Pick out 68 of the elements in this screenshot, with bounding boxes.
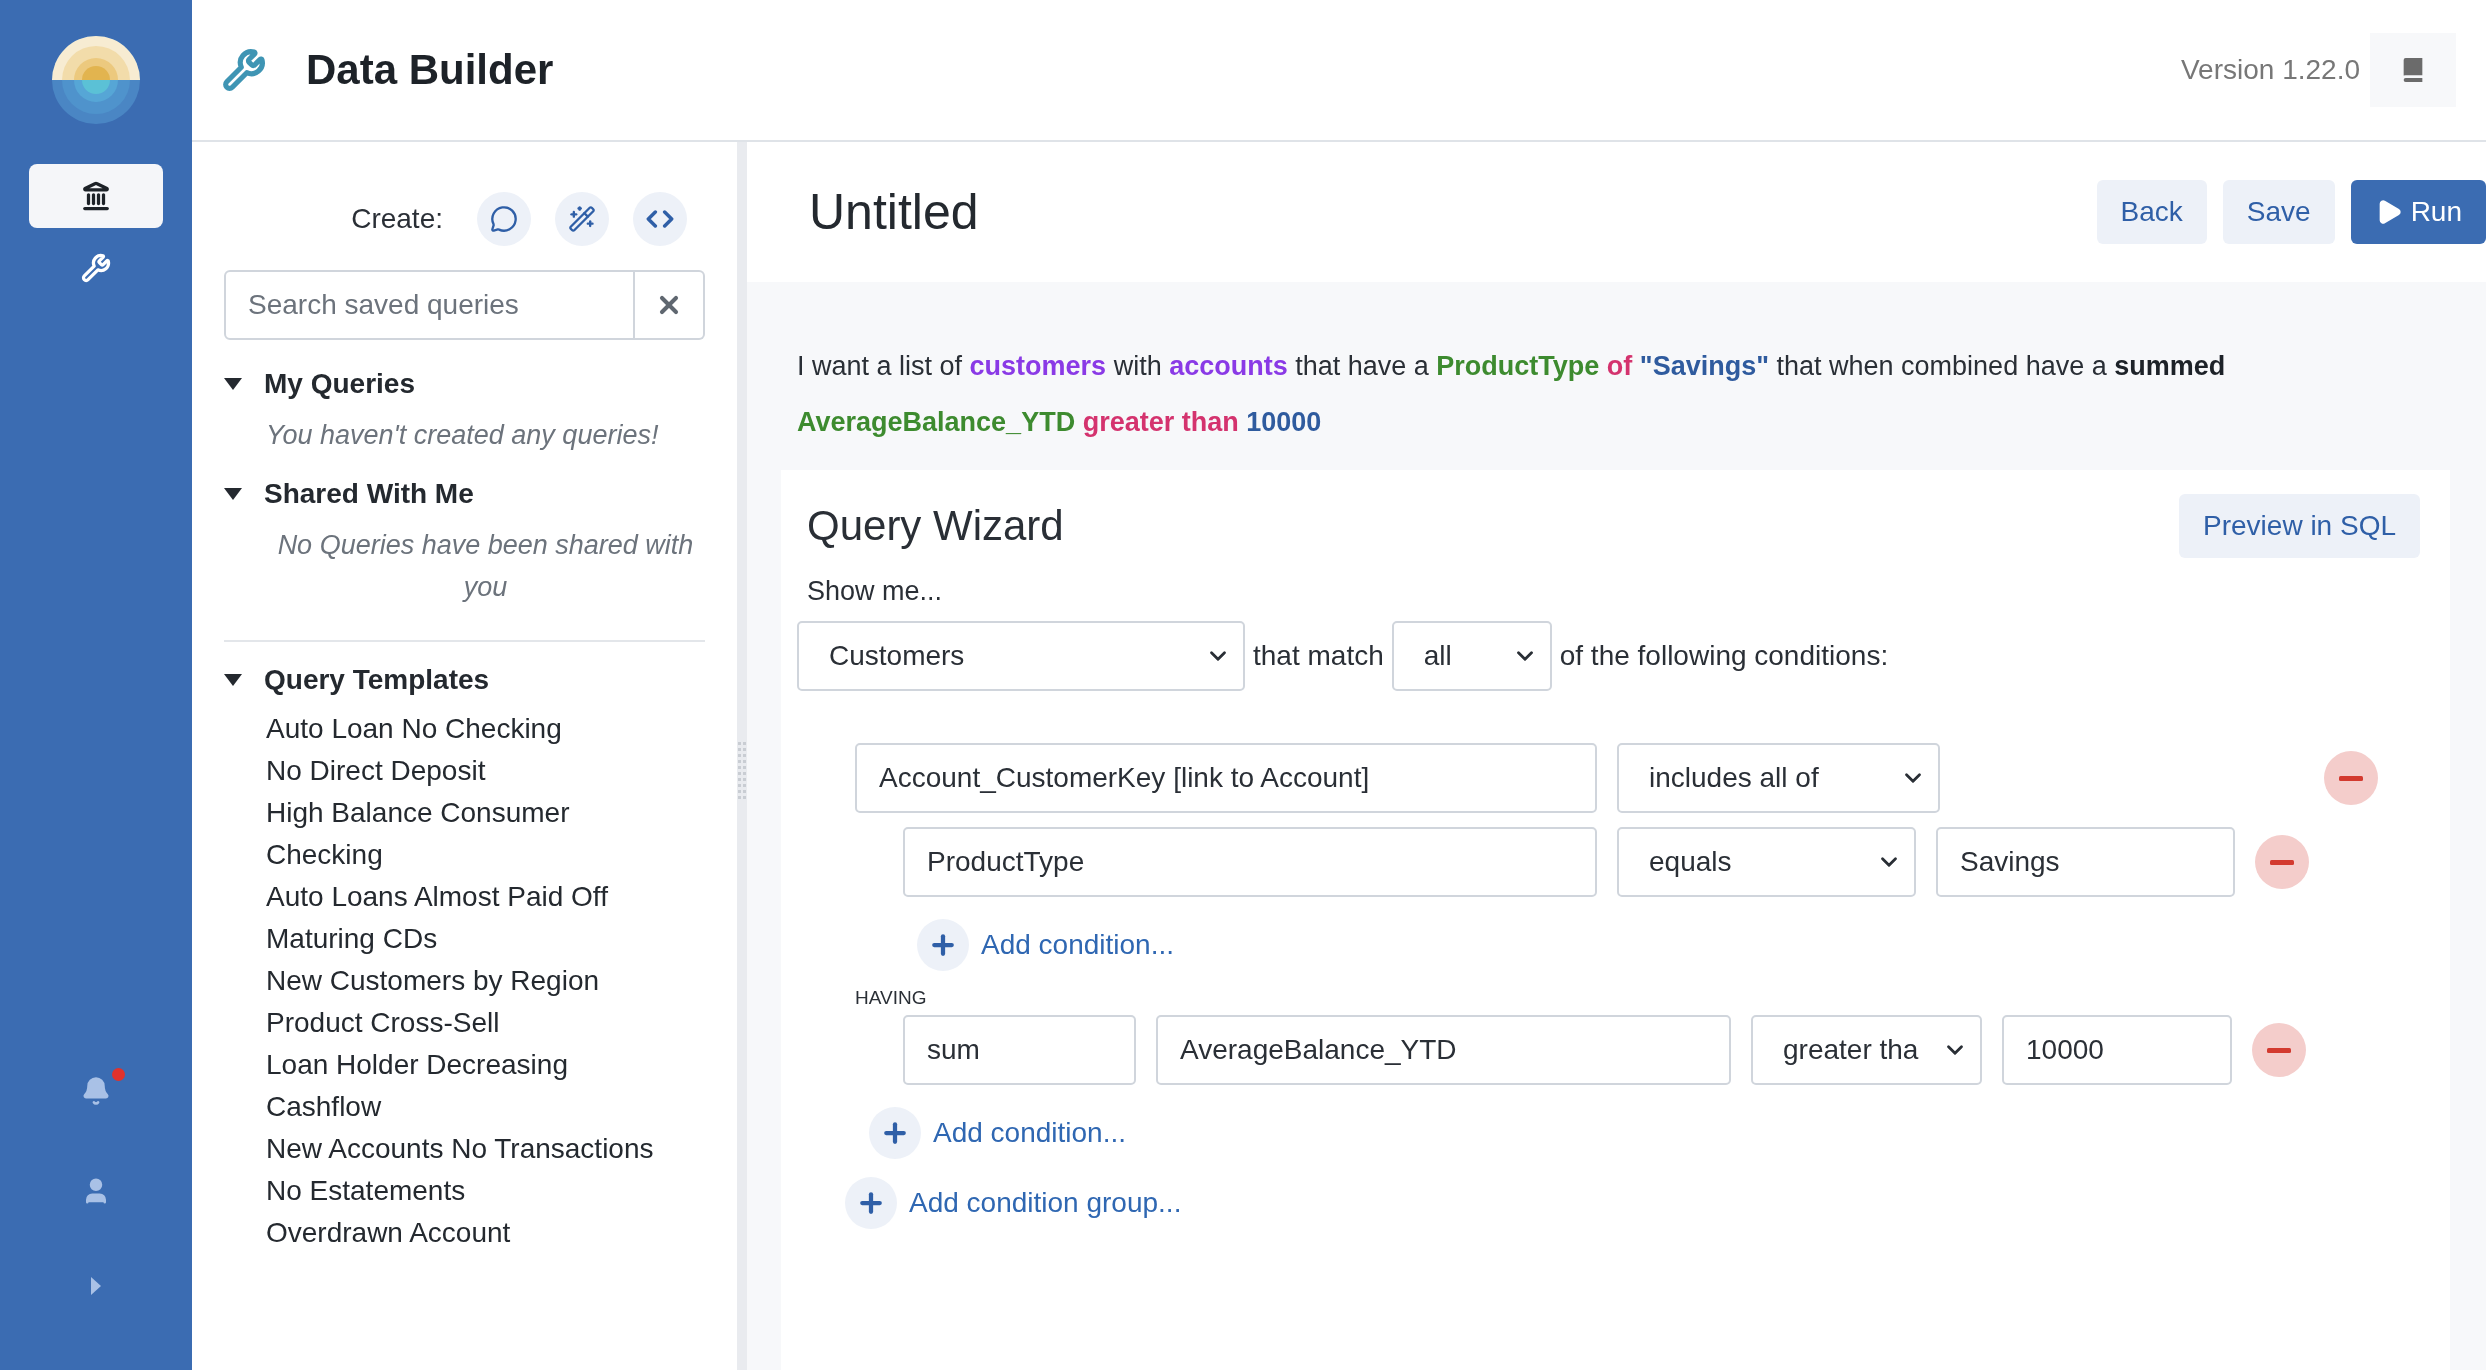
- logo-icon: [52, 36, 140, 124]
- add-link[interactable]: Add condition...: [917, 919, 1175, 971]
- having-label: HAVING: [855, 987, 928, 1009]
- template-link[interactable]: No Direct Deposit: [266, 750, 664, 792]
- field-input[interactable]: ProductType: [903, 827, 1597, 897]
- template-link[interactable]: New Accounts No Transactions: [266, 1128, 664, 1170]
- action-button[interactable]: Save: [2222, 180, 2335, 244]
- match-select[interactable]: all: [1391, 621, 1552, 691]
- preview-button[interactable]: Preview in SQL: [2179, 494, 2420, 558]
- query-title: Untitled: [809, 183, 980, 241]
- magic-wand-icon: [568, 205, 596, 233]
- speech-bubble-icon: [490, 205, 518, 233]
- section-header[interactable]: My Queries: [224, 368, 705, 400]
- template-link[interactable]: Maturing CDs: [266, 918, 664, 960]
- section-header[interactable]: Shared With Me: [224, 478, 705, 510]
- docs-button[interactable]: [2370, 33, 2456, 107]
- value-input[interactable]: Savings: [1936, 827, 2235, 897]
- minus-icon: [2267, 1047, 2291, 1053]
- add-link[interactable]: Add condition group...: [845, 1177, 1182, 1229]
- aggregate-input[interactable]: sum: [903, 1015, 1136, 1085]
- wizard-button[interactable]: [555, 192, 609, 246]
- show-me-label: Show me...: [807, 576, 944, 607]
- operator-select[interactable]: equals: [1617, 827, 1916, 897]
- caret-right-icon: [90, 1276, 102, 1296]
- search-field[interactable]: Search saved queries: [224, 270, 635, 340]
- create-label: Create:: [351, 203, 443, 235]
- plus-icon: [845, 1177, 897, 1229]
- template-link[interactable]: New Customers by Region: [266, 960, 664, 1002]
- wizard-title: Query Wizard: [807, 502, 1064, 550]
- plus-icon: [869, 1107, 921, 1159]
- minus-icon: [2339, 775, 2363, 781]
- action-button[interactable]: Back: [2096, 180, 2207, 244]
- wrench-icon: [81, 253, 111, 283]
- value-input[interactable]: 10000: [2002, 1015, 2232, 1085]
- entity-select[interactable]: Customers: [797, 621, 1245, 691]
- template-link[interactable]: Auto Loans Almost Paid Off: [266, 876, 664, 918]
- nav-button[interactable]: [29, 164, 163, 228]
- empty-message: You haven't created any queries!: [266, 419, 660, 452]
- query-description: I want a list of customers with accounts that have a ProductType of "Savings" that when combined have a summed AverageBalance_YTD greater than 10000: [797, 350, 2227, 439]
- code-button[interactable]: [633, 192, 687, 246]
- template-link[interactable]: Product Cross-Sell: [266, 1002, 664, 1044]
- field-input[interactable]: Account_CustomerKey [link to Account]: [855, 743, 1597, 813]
- minus-icon: [2270, 859, 2294, 865]
- template-link[interactable]: High Balance Consumer Checking: [266, 792, 664, 876]
- template-link[interactable]: Auto Loan No Checking: [266, 708, 664, 750]
- empty-message: No Queries have been shared with you: [276, 529, 695, 604]
- conditions-label: of the following conditions:: [1559, 640, 1889, 672]
- remove-button[interactable]: [2252, 1023, 2306, 1077]
- remove-button[interactable]: [2324, 751, 2378, 805]
- field-input[interactable]: AverageBalance_YTD: [1156, 1015, 1731, 1085]
- template-link[interactable]: Loan Holder Decreasing Cashflow: [266, 1044, 664, 1128]
- bank-icon: [81, 181, 111, 211]
- template-link[interactable]: No Estatements: [266, 1170, 664, 1212]
- run-button[interactable]: Run: [2350, 180, 2486, 244]
- drag-handle-icon[interactable]: [738, 742, 746, 802]
- wrench-icon: [222, 48, 266, 92]
- version-text: Version 1.22.0: [2180, 54, 2360, 86]
- match-label: that match: [1253, 640, 1384, 672]
- section-header[interactable]: Query Templates: [224, 664, 705, 696]
- remove-button[interactable]: [2255, 835, 2309, 889]
- operator-select[interactable]: includes all of: [1617, 743, 1940, 813]
- app-title: Data Builder: [306, 46, 554, 94]
- clear-button[interactable]: [635, 270, 705, 340]
- template-link[interactable]: Overdrawn Account: [266, 1212, 664, 1254]
- bell-icon: [81, 1076, 111, 1106]
- plus-icon: [917, 919, 969, 971]
- operator-select[interactable]: greater tha: [1751, 1015, 1982, 1085]
- add-link[interactable]: Add condition...: [869, 1107, 1127, 1159]
